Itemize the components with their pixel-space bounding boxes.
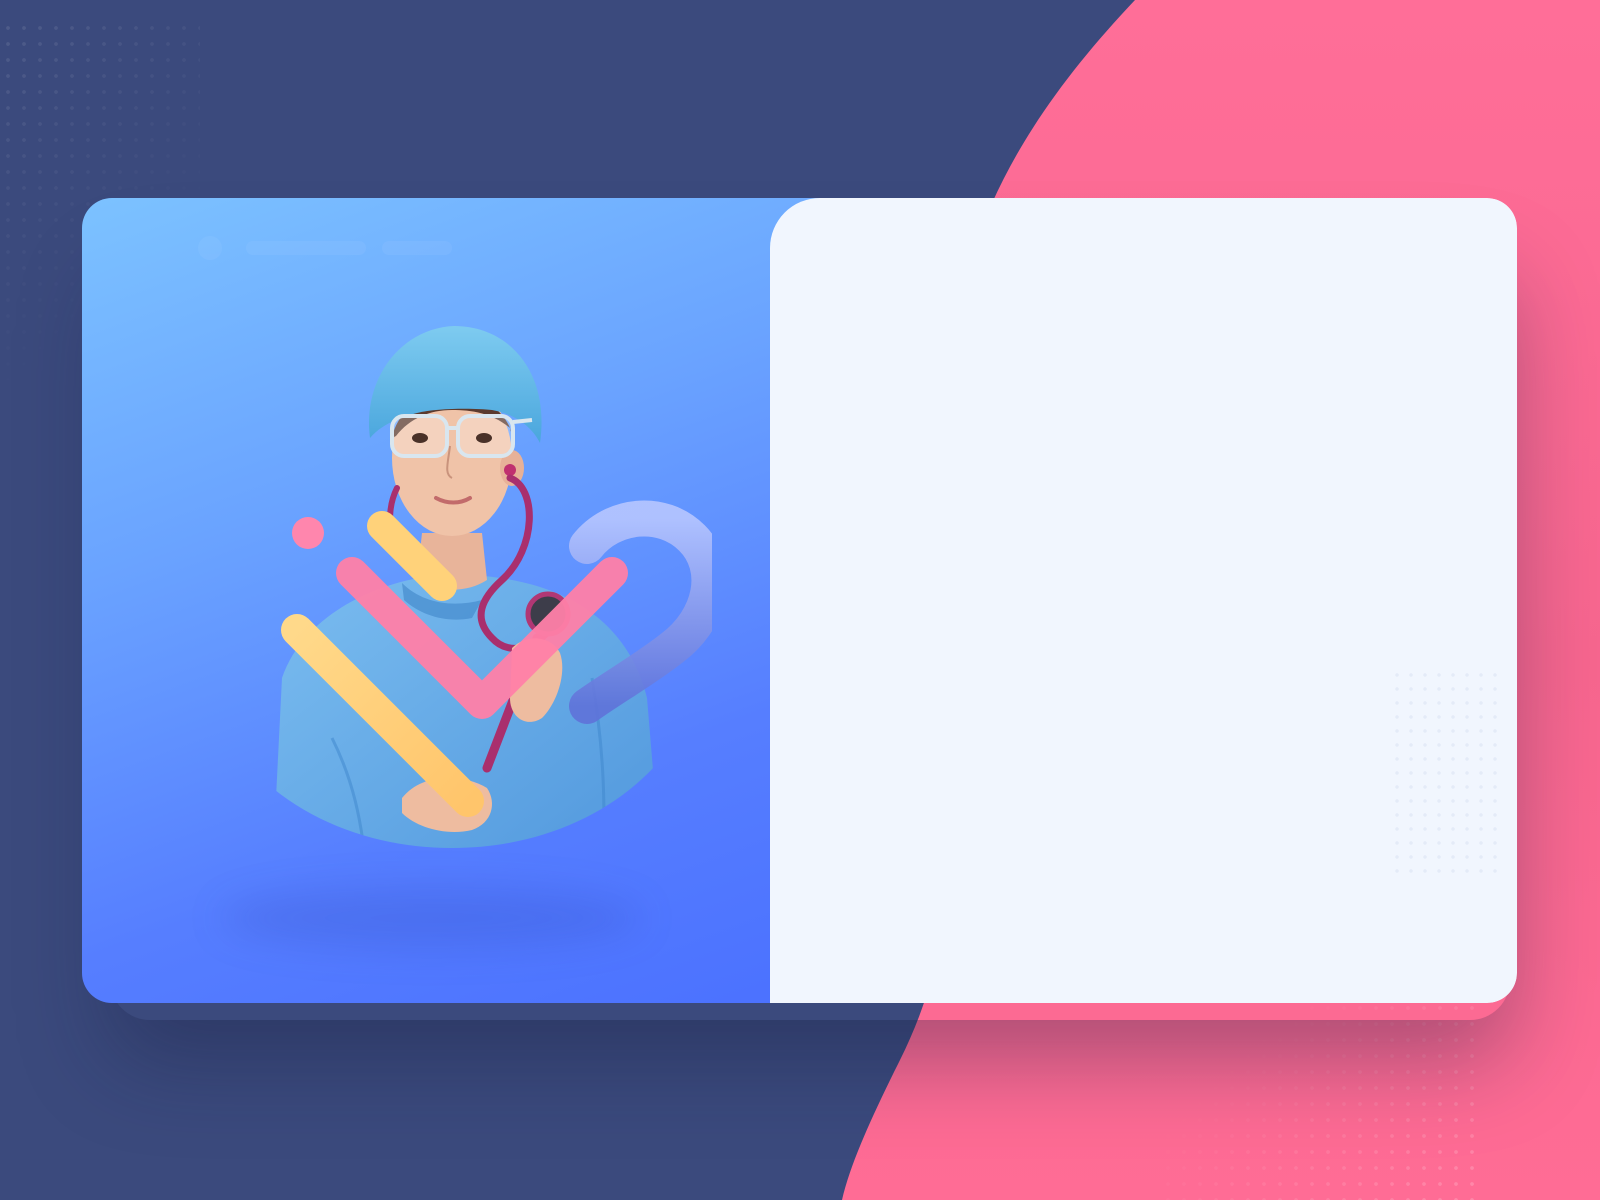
dot-pattern-bottom <box>1160 1000 1480 1200</box>
app-stage <box>0 0 1600 1200</box>
content-panel <box>770 198 1517 1003</box>
portrait-floor-shadow <box>222 888 642 948</box>
dot-pattern-panel <box>1390 668 1500 878</box>
doctor-portrait-illustration <box>272 326 712 848</box>
pink-dot-decor <box>292 517 324 549</box>
scrub-gown <box>272 574 662 848</box>
illustration-panel <box>82 198 872 1003</box>
lilac-arc-decor <box>569 500 712 724</box>
faint-logo-mark <box>198 236 452 260</box>
hero-card <box>82 198 1517 1003</box>
